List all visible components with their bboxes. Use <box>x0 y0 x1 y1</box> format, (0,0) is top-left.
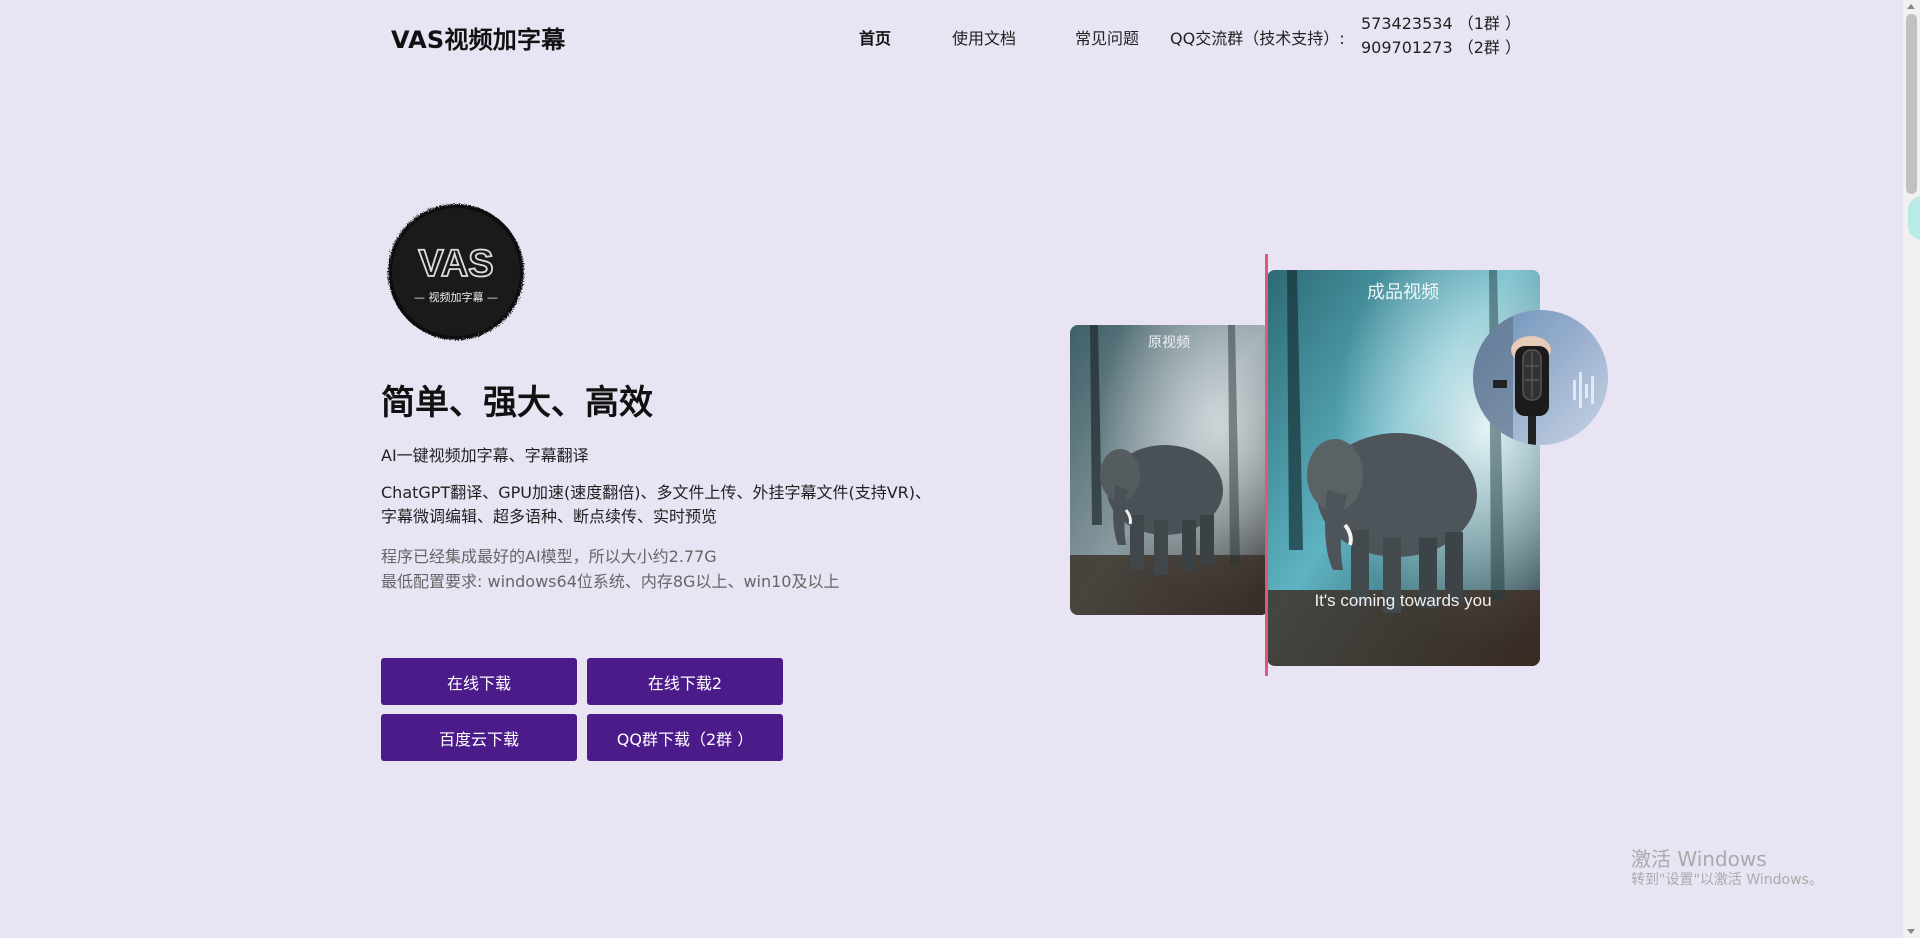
elephant-image-original: 原视频 <box>1070 325 1269 615</box>
vas-logo-icon: VAS — 视频加字幕 — <box>384 198 528 346</box>
vertical-scrollbar[interactable] <box>1903 0 1920 938</box>
side-float-tab[interactable] <box>1908 196 1920 240</box>
nav-docs[interactable]: 使用文档 <box>952 25 1016 49</box>
online-download-2-button[interactable]: 在线下载2 <box>587 658 783 705</box>
nav-faq[interactable]: 常见问题 <box>1075 25 1139 49</box>
qq-group-label: QQ交流群（技术支持）: <box>1170 29 1345 48</box>
original-video-label: 原视频 <box>1148 335 1190 351</box>
logo-text: VAS <box>418 243 493 285</box>
scrollbar-thumb[interactable] <box>1906 14 1917 194</box>
qq-group-numbers: 573423534 （1群 ） 909701273 （2群 ） <box>1361 12 1521 60</box>
site-brand[interactable]: VAS视频加字幕 <box>391 20 565 55</box>
hero-subtitle: AI一键视频加字幕、字幕翻译 <box>381 446 589 465</box>
qq-group-download-button[interactable]: QQ群下载（2群 ） <box>587 714 783 761</box>
hero-features: ChatGPT翻译、GPU加速(速度翻倍)、多文件上传、外挂字幕文件(支持VR)… <box>381 481 941 529</box>
result-video-label: 成品视频 <box>1367 282 1439 303</box>
subtitle-sample: It's coming towards you <box>1314 591 1491 610</box>
note-requirements: 最低配置要求: windows64位系统、内存8G以上、win10及以上 <box>381 572 840 591</box>
windows-activation-title: 激活 Windows <box>1631 847 1767 871</box>
features-line-2: 字幕微调编辑、超多语种、断点续传、实时预览 <box>381 507 718 526</box>
scroll-up-icon[interactable] <box>1907 4 1915 9</box>
nav-home[interactable]: 首页 <box>859 25 891 49</box>
hero-illustration: 原视频 成品视频 It's coming towards you <box>1060 250 1620 680</box>
note-size: 程序已经集成最好的AI模型，所以大小约2.77G <box>381 547 717 566</box>
microphone-icon <box>1473 310 1608 445</box>
qq-group-1: 573423534 （1群 ） <box>1361 14 1521 33</box>
features-line-1: ChatGPT翻译、GPU加速(速度翻倍)、多文件上传、外挂字幕文件(支持VR)… <box>381 483 932 502</box>
qq-group-2: 909701273 （2群 ） <box>1361 38 1521 57</box>
comparison-divider <box>1265 254 1268 676</box>
hero-note: 程序已经集成最好的AI模型，所以大小约2.77G 最低配置要求: windows… <box>381 544 840 594</box>
original-video-card: 原视频 <box>1070 325 1269 615</box>
hero-title: 简单、强大、高效 <box>381 383 653 423</box>
logo-subtext: — 视频加字幕 — <box>414 290 498 304</box>
online-download-button[interactable]: 在线下载 <box>381 658 577 705</box>
baidu-download-button[interactable]: 百度云下载 <box>381 714 577 761</box>
windows-activation-subtitle: 转到"设置"以激活 Windows。 <box>1631 872 1823 888</box>
scroll-down-icon[interactable] <box>1907 929 1915 934</box>
